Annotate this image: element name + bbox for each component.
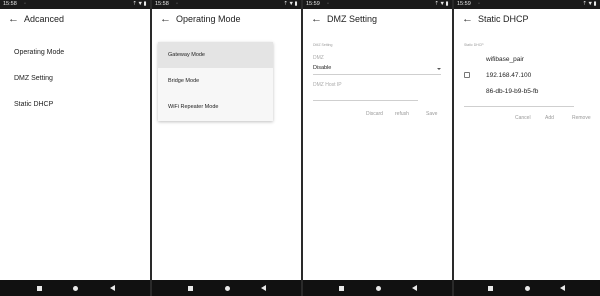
- notification-icon: ◦: [478, 1, 480, 7]
- cancel-button[interactable]: Cancel: [515, 115, 531, 121]
- notification-icon: ◦: [24, 1, 26, 7]
- recents-icon[interactable]: [488, 285, 493, 291]
- recents-icon[interactable]: [339, 285, 344, 291]
- option-bridge-mode[interactable]: Bridge Mode: [158, 68, 273, 94]
- screen-dmz-setting: 15:59 ◦ ⇡▼▮ ← DMZ Setting DMZ Setting DM…: [303, 0, 452, 296]
- ip-address: 192.168.47.100: [486, 72, 532, 79]
- home-icon[interactable]: [525, 285, 530, 291]
- app-bar: ← Adcanced: [0, 9, 150, 31]
- entry-underline: [464, 106, 574, 107]
- section-label: Static DHCP: [464, 43, 484, 47]
- page-title: Adcanced: [24, 14, 65, 24]
- section-label: DMZ Setting: [313, 43, 333, 47]
- operating-mode-popup-menu: Gateway Mode Bridge Mode WiFi Repeater M…: [158, 42, 273, 121]
- notification-icon: ◦: [327, 1, 329, 7]
- host-ip-underline: [313, 100, 418, 101]
- option-gateway-mode[interactable]: Gateway Mode: [158, 42, 273, 68]
- status-time: 15:59: [457, 1, 471, 7]
- system-nav-bar: [0, 280, 150, 296]
- system-nav-bar: [152, 280, 301, 296]
- screen-operating-mode: 15:58 ◦ ⇡▼▮ ← Operating Mode Gateway Mod…: [152, 0, 301, 296]
- app-bar: ← DMZ Setting: [303, 9, 452, 31]
- screen-static-dhcp: 15:59 ◦ ⇡▼▮ ← Static DHCP Static DHCP wi…: [454, 0, 600, 296]
- back-arrow-icon[interactable]: ←: [8, 13, 19, 25]
- back-icon[interactable]: [110, 285, 115, 291]
- option-wifi-repeater-mode[interactable]: WiFi Repeater Mode: [158, 94, 273, 120]
- page-title: Static DHCP: [478, 14, 529, 24]
- recents-icon[interactable]: [188, 285, 193, 291]
- page-title: Operating Mode: [176, 14, 241, 24]
- status-bar: 15:58 ◦ ⇡▼▮: [0, 0, 150, 9]
- mac-address: 86-db-19-b9-b5-fb: [486, 88, 539, 95]
- status-icons: ⇡▼▮: [434, 1, 449, 7]
- screen-advanced: 15:58 ◦ ⇡▼▮ ← Adcanced Operating Mode DM…: [0, 0, 150, 296]
- home-icon[interactable]: [73, 285, 78, 291]
- status-icons: ⇡▼▮: [132, 1, 147, 7]
- status-time: 15:59: [306, 1, 320, 7]
- back-icon[interactable]: [261, 285, 266, 291]
- back-icon[interactable]: [412, 285, 417, 291]
- status-time: 15:58: [3, 1, 17, 7]
- back-icon[interactable]: [560, 285, 565, 291]
- entry-checkbox[interactable]: [464, 72, 470, 78]
- add-button[interactable]: Add: [545, 115, 554, 121]
- remove-button[interactable]: Remove: [572, 115, 591, 121]
- status-bar: 15:58 ◦ ⇡▼▮: [152, 0, 301, 9]
- page-title: DMZ Setting: [327, 14, 378, 24]
- device-name: wifibase_pair: [486, 56, 524, 63]
- status-time: 15:58: [155, 1, 169, 7]
- dmz-field-label: DMZ: [313, 55, 324, 61]
- save-button[interactable]: Save: [426, 111, 437, 117]
- status-icons: ⇡▼▮: [582, 1, 597, 7]
- dmz-select-underline: [313, 74, 441, 75]
- home-icon[interactable]: [376, 285, 381, 291]
- refresh-button[interactable]: refush: [395, 111, 409, 117]
- back-arrow-icon[interactable]: ←: [462, 13, 473, 25]
- status-icons: ⇡▼▮: [283, 1, 298, 7]
- system-nav-bar: [454, 280, 600, 296]
- discard-button[interactable]: Discard: [366, 111, 383, 117]
- status-bar: 15:59 ◦ ⇡▼▮: [454, 0, 600, 9]
- notification-icon: ◦: [176, 1, 178, 7]
- back-arrow-icon[interactable]: ←: [311, 13, 322, 25]
- menu-item-static-dhcp[interactable]: Static DHCP: [14, 101, 53, 108]
- menu-item-dmz-setting[interactable]: DMZ Setting: [14, 75, 53, 82]
- dmz-select[interactable]: Disable: [313, 65, 331, 71]
- recents-icon[interactable]: [37, 285, 42, 291]
- back-arrow-icon[interactable]: ←: [160, 13, 171, 25]
- dmz-host-ip-input[interactable]: DMZ Host IP: [313, 82, 342, 88]
- chevron-down-icon[interactable]: [437, 68, 441, 70]
- menu-item-operating-mode[interactable]: Operating Mode: [14, 49, 64, 56]
- status-bar: 15:59 ◦ ⇡▼▮: [303, 0, 452, 9]
- app-bar: ← Operating Mode: [152, 9, 301, 31]
- app-bar: ← Static DHCP: [454, 9, 600, 31]
- system-nav-bar: [303, 280, 452, 296]
- home-icon[interactable]: [225, 285, 230, 291]
